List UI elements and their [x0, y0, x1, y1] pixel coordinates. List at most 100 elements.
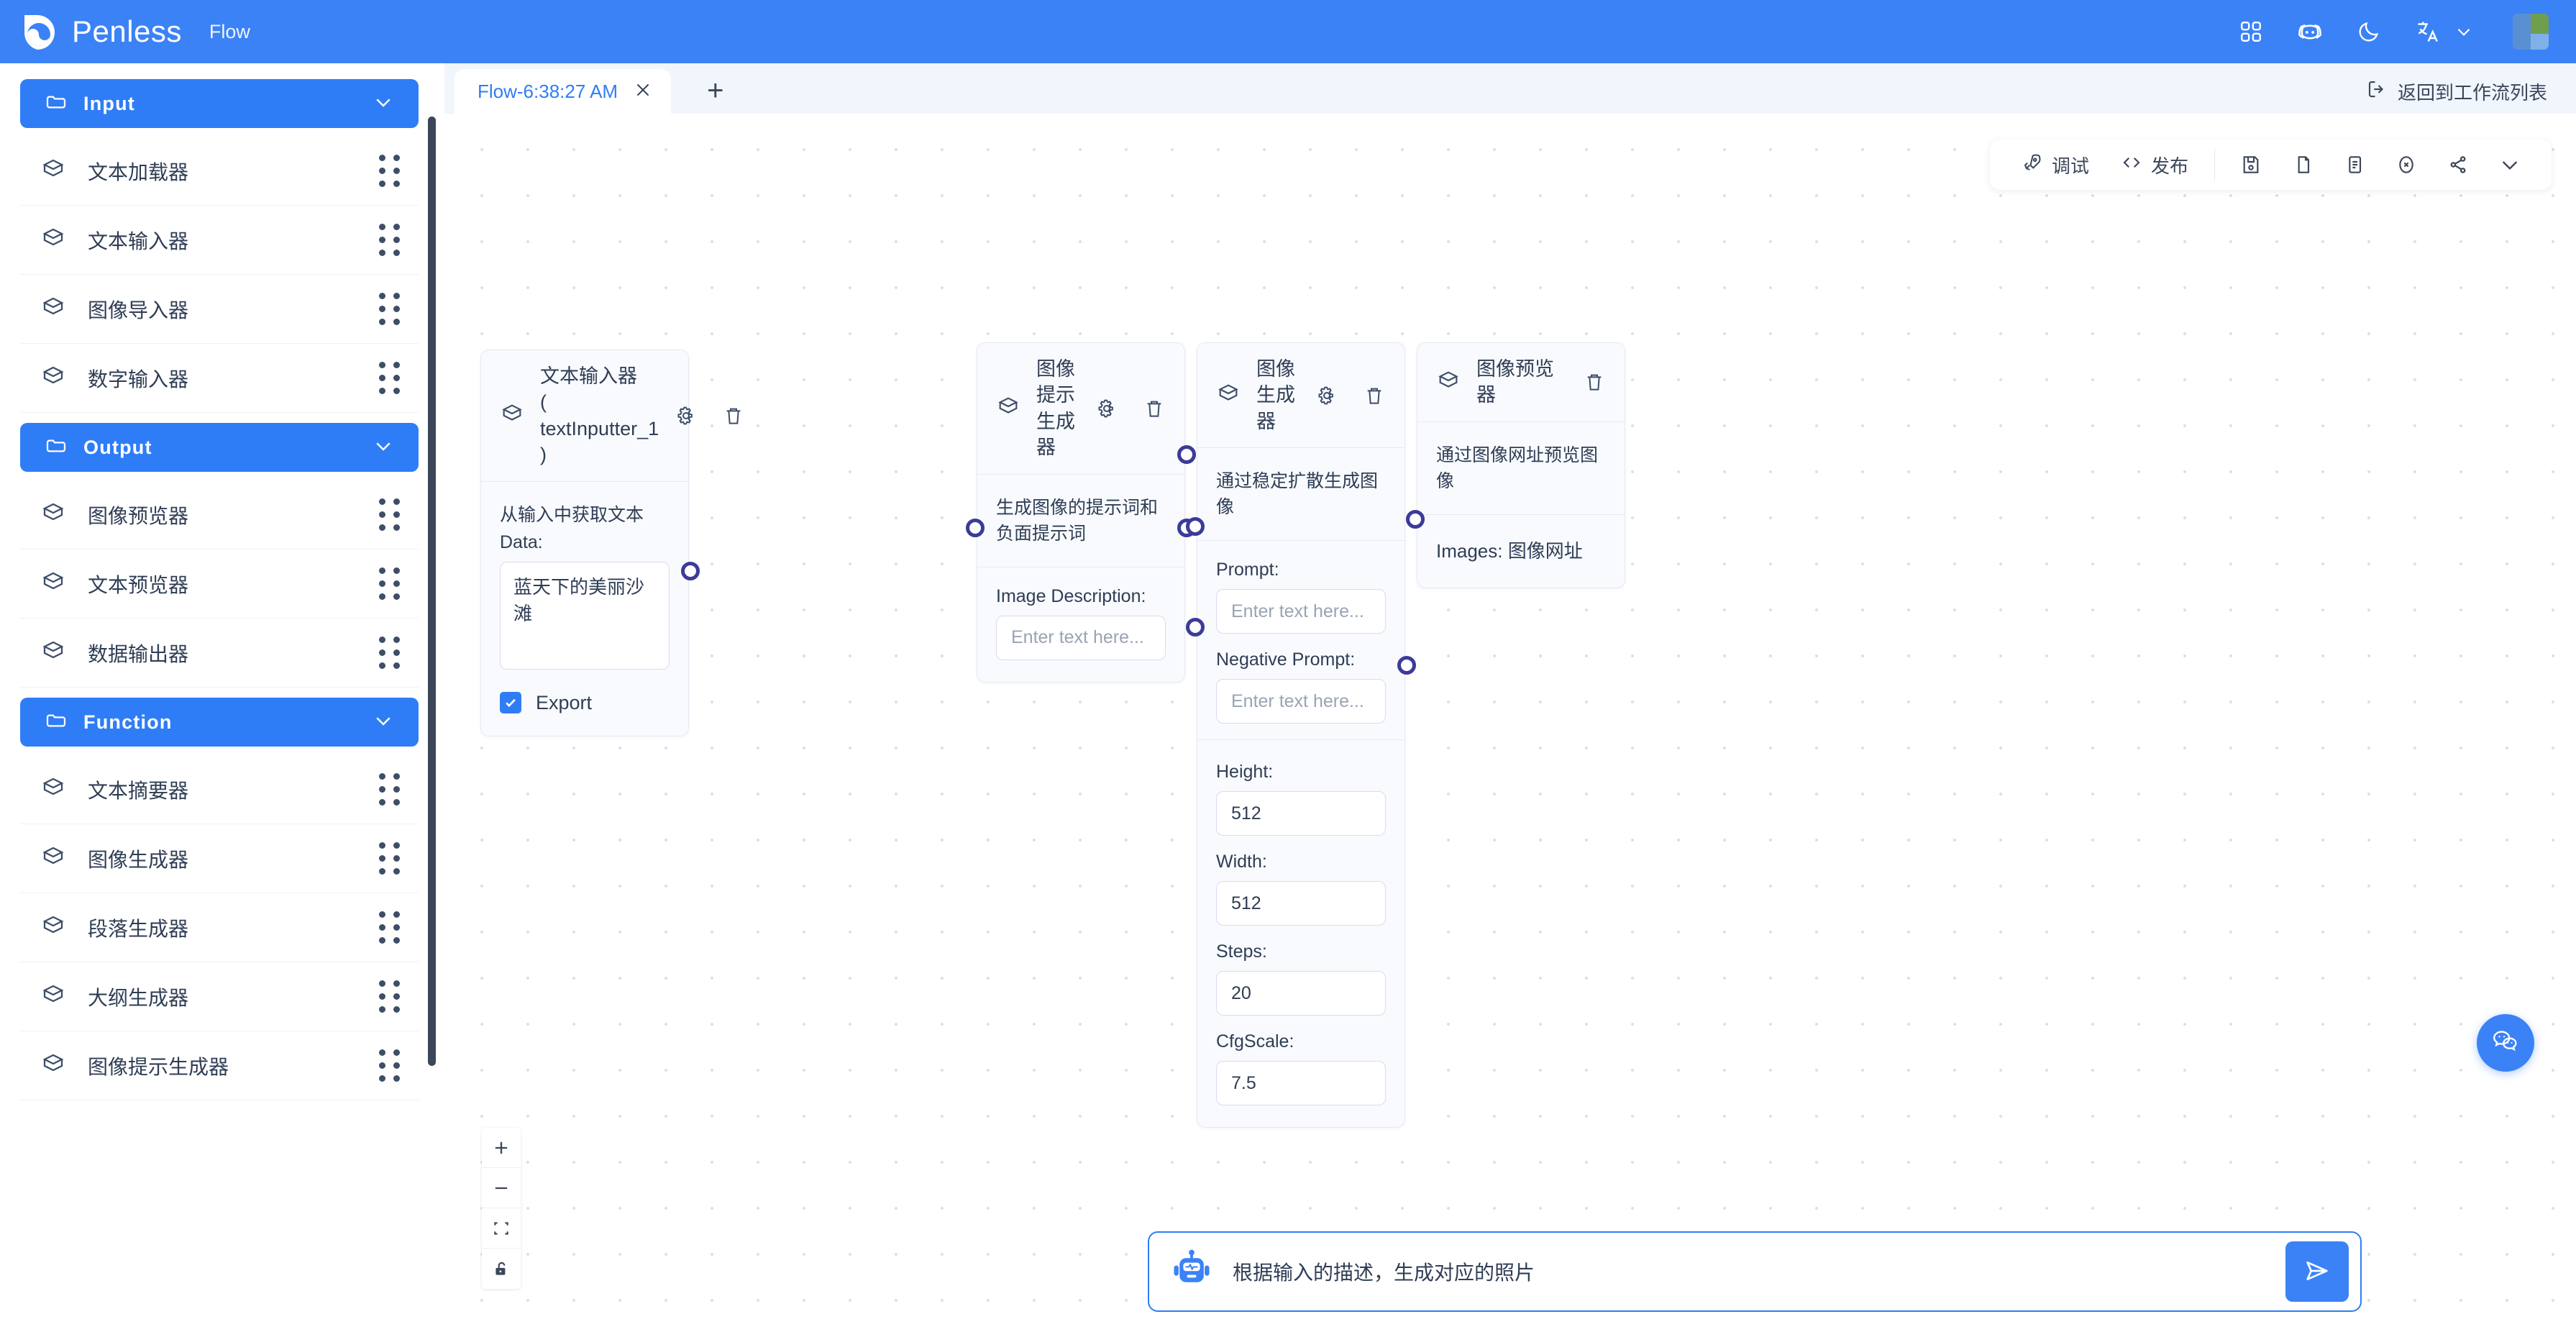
- flow-node-image-previewer[interactable]: 图像预览器 通过图像网址预览图像 Images: 图像网址: [1406, 342, 1625, 588]
- node-header[interactable]: 文本输入器 ( textInputter_1 ): [481, 350, 741, 482]
- drag-handle-icon[interactable]: [379, 842, 400, 875]
- flow-canvas[interactable]: 调试 发布 文本输入器 (textInputter_1) 从输入中获取文本 …: [444, 114, 2576, 1332]
- node-input-handle-images[interactable]: [1406, 510, 1425, 529]
- palette-group-input[interactable]: Input: [20, 79, 419, 128]
- cube-icon: [996, 394, 1020, 422]
- node-output-handle-images[interactable]: [1397, 656, 1416, 675]
- flow-toolbar: 调试 发布: [1989, 140, 2552, 190]
- negative-prompt-input[interactable]: [1216, 679, 1386, 724]
- cube-icon: [40, 844, 66, 873]
- debug-button[interactable]: 调试: [2006, 140, 2105, 190]
- clear-icon[interactable]: [2380, 153, 2432, 176]
- palette-scroll-region[interactable]: Input 文本加载器 文本输入器 图像导入器 数字输入器 Output 图像预…: [20, 79, 419, 1332]
- copy-icon[interactable]: [2277, 153, 2329, 176]
- palette-node-label: 大纲生成器: [88, 986, 189, 1009]
- export-checkbox-row[interactable]: Export: [500, 692, 670, 714]
- data-field-label: Data:: [500, 532, 543, 552]
- palette-node-item[interactable]: 图像预览器: [20, 480, 419, 549]
- gear-icon[interactable]: [1095, 397, 1118, 420]
- node-header[interactable]: 图像预览器: [1417, 343, 1625, 422]
- node-body: 从输入中获取文本 Data: Export: [481, 482, 688, 736]
- image-description-input[interactable]: [996, 615, 1166, 660]
- flow-tab[interactable]: Flow-6:38:27 AM: [455, 69, 672, 114]
- drag-handle-icon[interactable]: [379, 224, 400, 256]
- node-header[interactable]: 图像提示生成器: [977, 343, 1184, 475]
- gear-icon[interactable]: [1315, 384, 1338, 407]
- cube-icon: [40, 225, 66, 255]
- dark-mode-moon-icon[interactable]: [2355, 17, 2383, 46]
- drag-handle-icon[interactable]: [379, 1049, 400, 1082]
- zoom-out-icon[interactable]: [482, 1168, 521, 1208]
- drag-handle-icon[interactable]: [379, 980, 400, 1013]
- back-to-workflow-list-button[interactable]: 返回到工作流列表: [2366, 78, 2547, 105]
- node-input-handle-prompt[interactable]: [1186, 517, 1205, 536]
- drag-handle-icon[interactable]: [379, 498, 400, 531]
- cfgscale-input[interactable]: [1216, 1061, 1386, 1106]
- palette-node-item[interactable]: 文本预览器: [20, 549, 419, 619]
- palette-node-item[interactable]: 段落生成器: [20, 893, 419, 962]
- drag-handle-icon[interactable]: [379, 155, 400, 187]
- palette-node-item[interactable]: 图像提示生成器: [20, 1031, 419, 1100]
- trash-icon[interactable]: [1143, 397, 1166, 420]
- node-output-handle-prompt[interactable]: [1177, 445, 1196, 464]
- trash-icon[interactable]: [1583, 370, 1606, 393]
- ai-chat-input-bar[interactable]: 根据输入的描述，生成对应的照片: [1148, 1231, 2362, 1312]
- send-button[interactable]: [2285, 1241, 2349, 1302]
- discord-icon[interactable]: [2296, 17, 2324, 46]
- save-icon[interactable]: [2225, 153, 2277, 176]
- drag-handle-icon[interactable]: [379, 567, 400, 600]
- share-icon[interactable]: [2432, 153, 2484, 176]
- logout-arrow-icon: [2366, 78, 2388, 105]
- palette-node-label: 文本预览器: [88, 573, 189, 596]
- drag-handle-icon[interactable]: [379, 911, 400, 944]
- height-input[interactable]: [1216, 791, 1386, 836]
- chevron-down-icon[interactable]: [2484, 153, 2536, 176]
- palette-node-item[interactable]: 图像生成器: [20, 824, 419, 893]
- palette-node-item[interactable]: 图像导入器: [20, 275, 419, 344]
- palette-node-item[interactable]: 数字输入器: [20, 344, 419, 413]
- add-tab-button[interactable]: +: [707, 76, 723, 105]
- flow-node-text-inputter[interactable]: 文本输入器 ( textInputter_1 ) 从输入中获取文本 Data: …: [480, 350, 741, 736]
- palette-group-function[interactable]: Function: [20, 698, 419, 747]
- gear-icon[interactable]: [675, 404, 698, 427]
- drag-handle-icon[interactable]: [379, 362, 400, 394]
- palette-group-output[interactable]: Output: [20, 423, 419, 472]
- prompt-input[interactable]: [1216, 589, 1386, 634]
- image-description-label: Image Description:: [996, 585, 1146, 606]
- close-icon[interactable]: [634, 81, 652, 103]
- brand-logo[interactable]: Penless Flow: [20, 12, 250, 51]
- palette-node-item[interactable]: 数据输出器: [20, 619, 419, 688]
- paste-icon[interactable]: [2329, 153, 2380, 176]
- palette-node-item[interactable]: 文本摘要器: [20, 755, 419, 824]
- drag-handle-icon[interactable]: [379, 773, 400, 806]
- palette-node-item[interactable]: 文本加载器: [20, 137, 419, 206]
- language-switcher[interactable]: [2413, 17, 2478, 46]
- palette-node-item[interactable]: 文本输入器: [20, 206, 419, 275]
- flow-node-image-prompt-generator[interactable]: 图像提示生成器 生成图像的提示词和负面提示词 Image Description…: [966, 342, 1196, 683]
- checkbox-checked-icon[interactable]: [500, 692, 521, 714]
- apps-grid-icon[interactable]: [2237, 17, 2265, 46]
- user-avatar[interactable]: [2513, 14, 2549, 50]
- data-textarea[interactable]: [500, 561, 670, 670]
- node-header[interactable]: 图像生成器: [1197, 343, 1405, 449]
- chat-input-text[interactable]: 根据输入的描述，生成对应的照片: [1233, 1257, 2267, 1286]
- node-output-handle[interactable]: [681, 562, 700, 580]
- trash-icon[interactable]: [1363, 384, 1386, 407]
- sidebar-scrollbar[interactable]: [428, 117, 436, 1066]
- drag-handle-icon[interactable]: [379, 293, 400, 325]
- drag-handle-icon[interactable]: [379, 637, 400, 669]
- palette-node-label: 文本输入器: [88, 229, 189, 252]
- zoom-in-icon[interactable]: [482, 1128, 521, 1168]
- flow-node-image-generator[interactable]: 图像生成器 通过稳定扩散生成图像 Prompt: Enter text here…: [1186, 342, 1416, 1128]
- palette-node-item[interactable]: 大纲生成器: [20, 962, 419, 1031]
- node-header-actions: [1315, 384, 1386, 407]
- node-input-handle-negative-prompt[interactable]: [1186, 618, 1205, 637]
- lock-open-icon[interactable]: [482, 1249, 521, 1289]
- publish-button[interactable]: 发布: [2105, 140, 2204, 190]
- steps-input[interactable]: [1216, 971, 1386, 1016]
- chat-bubbles-fab[interactable]: [2477, 1014, 2534, 1072]
- width-input[interactable]: [1216, 881, 1386, 926]
- node-input-handle-image-description[interactable]: [966, 519, 985, 537]
- trash-icon[interactable]: [722, 404, 745, 427]
- fit-view-icon[interactable]: [482, 1208, 521, 1249]
